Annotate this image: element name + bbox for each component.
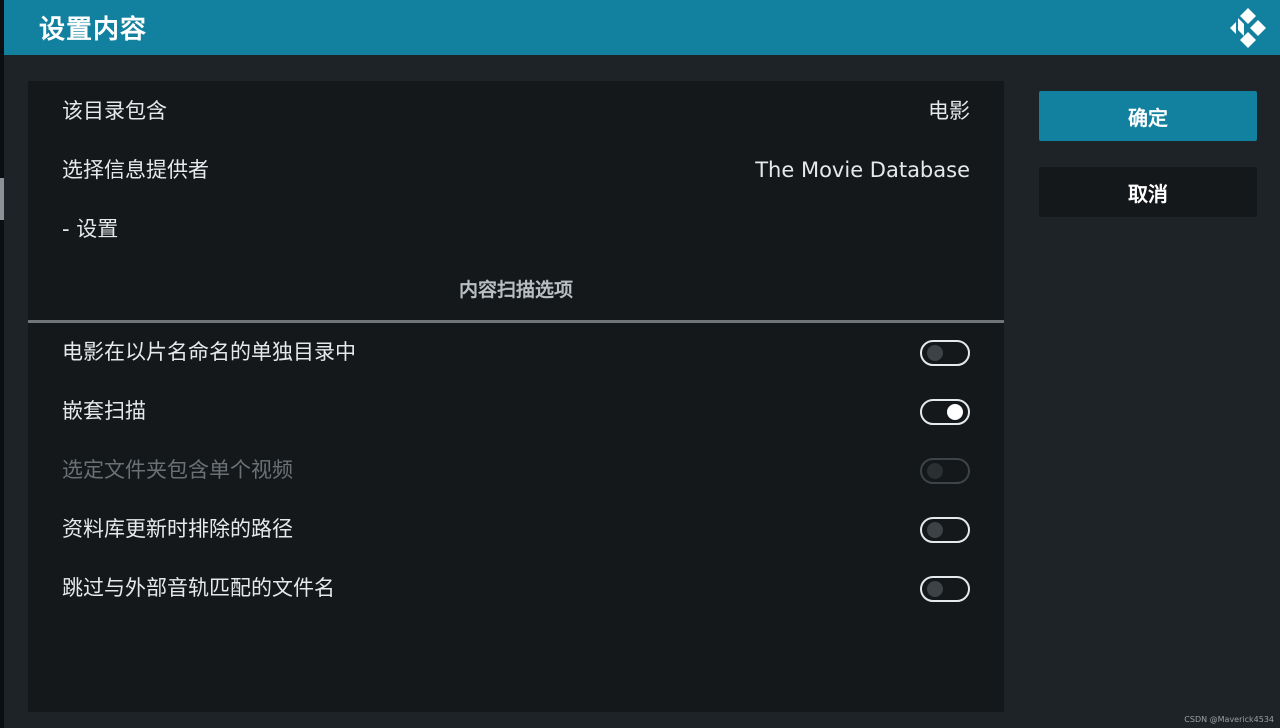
toggle-switch[interactable] — [920, 399, 970, 425]
dialog-title: 设置内容 — [39, 15, 148, 45]
toggle-knob — [947, 404, 963, 420]
option-label: 资料库更新时排除的路径 — [62, 517, 293, 541]
cancel-button[interactable]: 取消 — [1039, 167, 1257, 217]
option-label: 电影在以片名命名的单独目录中 — [62, 340, 356, 364]
section-title: 内容扫描选项 — [458, 279, 573, 301]
option-label: 嵌套扫描 — [62, 399, 146, 423]
setting-label: 选择信息提供者 — [62, 158, 209, 182]
kodi-logo-icon — [1230, 8, 1266, 48]
toggle-knob — [927, 463, 943, 479]
option-label: 选定文件夹包含单个视频 — [62, 458, 293, 482]
setting-directory-contains[interactable]: 该目录包含 电影 — [28, 82, 1004, 141]
scroll-indicator — [0, 178, 4, 220]
option-single-video-folder: 选定文件夹包含单个视频 — [28, 441, 1004, 500]
setting-provider-settings[interactable]: - 设置 — [28, 200, 1004, 259]
toggle-knob — [927, 581, 943, 597]
scan-options-section: 内容扫描选项 — [28, 259, 1004, 321]
left-edge — [0, 0, 4, 728]
setting-value: 电影 — [928, 99, 970, 123]
toggle-switch[interactable] — [920, 340, 970, 366]
settings-panel: 该目录包含 电影 选择信息提供者 The Movie Database - 设置… — [28, 81, 1004, 712]
option-skip-external-audio-names[interactable]: 跳过与外部音轨匹配的文件名 — [28, 559, 1004, 618]
setting-info-provider[interactable]: 选择信息提供者 The Movie Database — [28, 141, 1004, 200]
toggle-knob — [927, 345, 943, 361]
setting-label: 该目录包含 — [62, 99, 167, 123]
option-label: 跳过与外部音轨匹配的文件名 — [62, 576, 335, 600]
option-recursive-scan[interactable]: 嵌套扫描 — [28, 382, 1004, 441]
toggle-switch[interactable] — [920, 576, 970, 602]
setting-label: - 设置 — [62, 217, 119, 241]
ok-button[interactable]: 确定 — [1039, 91, 1257, 141]
toggle-switch[interactable] — [920, 517, 970, 543]
option-exclude-path-from-updates[interactable]: 资料库更新时排除的路径 — [28, 500, 1004, 559]
watermark-text: CSDN @Maverick4534 — [1184, 715, 1274, 724]
setting-value: The Movie Database — [755, 158, 970, 182]
toggle-knob — [927, 522, 943, 538]
toggle-switch — [920, 458, 970, 484]
option-movies-in-separate-folders[interactable]: 电影在以片名命名的单独目录中 — [28, 323, 1004, 382]
dialog-header: 设置内容 — [4, 0, 1280, 55]
